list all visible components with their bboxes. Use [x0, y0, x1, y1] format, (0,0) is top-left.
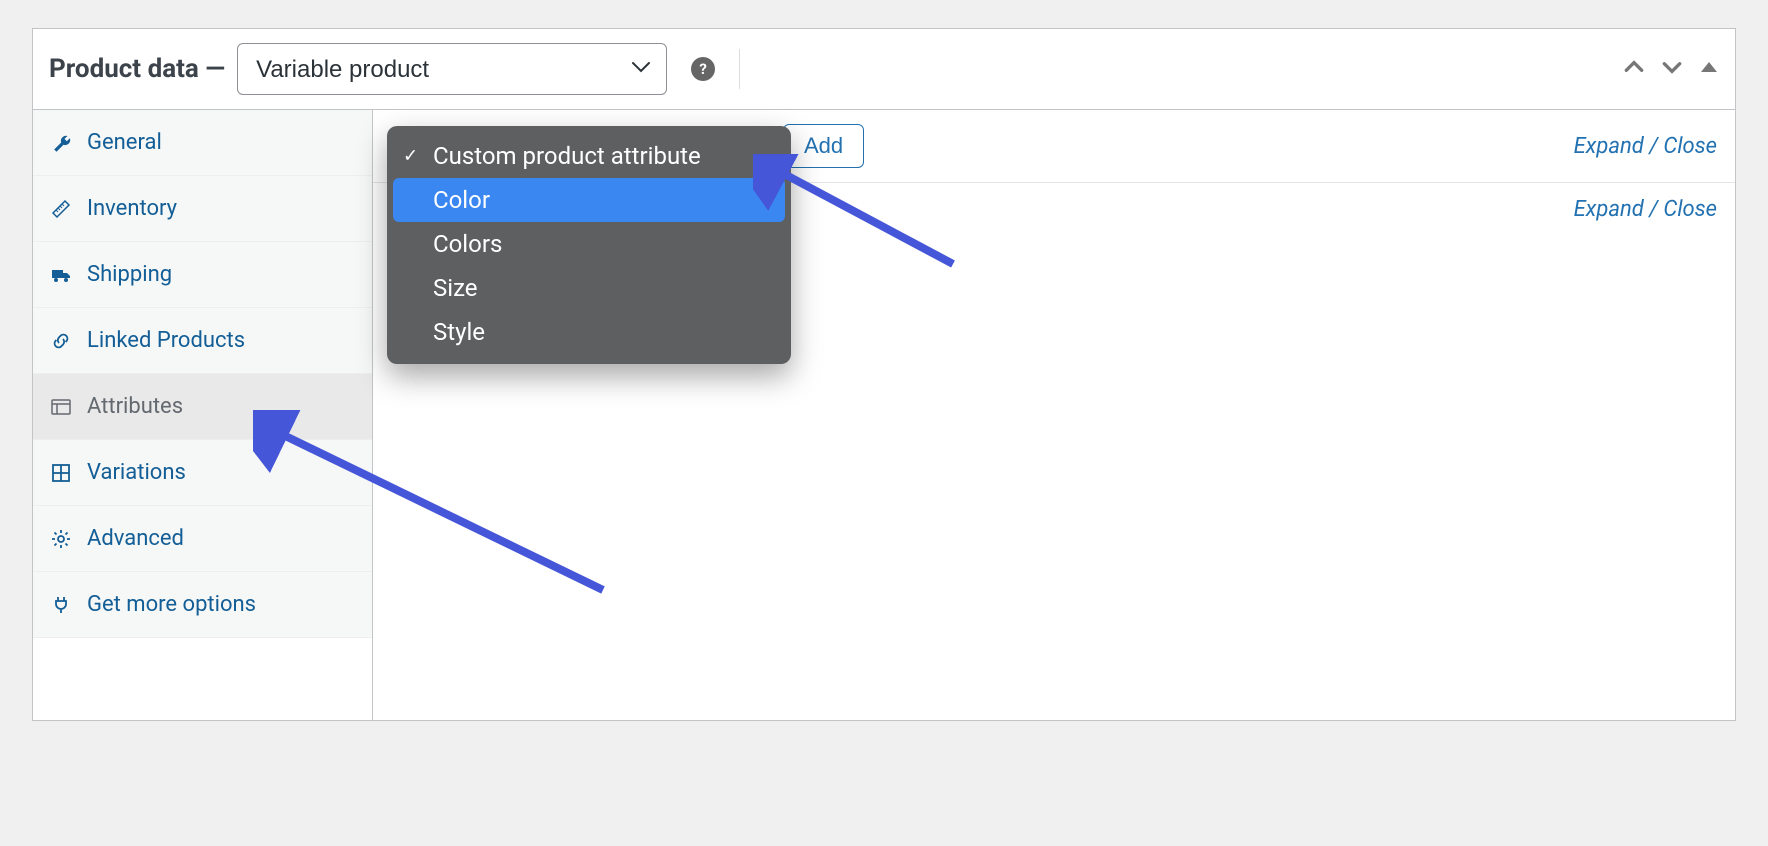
tab-shipping[interactable]: Shipping	[33, 242, 372, 308]
panel-body: General Inventory Shipping Linked Produc…	[33, 110, 1735, 720]
check-icon: ✓	[403, 146, 418, 167]
panel-title: Product data —	[49, 54, 225, 84]
tab-label: Attributes	[87, 394, 183, 419]
tab-label: Inventory	[87, 196, 177, 221]
tab-advanced[interactable]: Advanced	[33, 506, 372, 572]
grid-icon	[51, 463, 71, 483]
separator	[739, 49, 740, 89]
expand-close-link-2[interactable]: Expand / Close	[1574, 197, 1717, 222]
tab-attributes[interactable]: Attributes	[33, 374, 372, 440]
tab-label: Advanced	[87, 526, 184, 551]
tab-inventory[interactable]: Inventory	[33, 176, 372, 242]
dropdown-item-label: Colors	[433, 230, 502, 258]
tab-get-more-options[interactable]: Get more options	[33, 572, 372, 638]
tab-linked-products[interactable]: Linked Products	[33, 308, 372, 374]
dropdown-item-size[interactable]: Size	[393, 266, 785, 310]
dropdown-item-label: Size	[433, 274, 478, 302]
gear-icon	[51, 529, 71, 549]
dropdown-item-label: Style	[433, 318, 485, 346]
dropdown-item-label: Color	[433, 186, 490, 214]
wrench-icon	[51, 133, 71, 153]
tab-label: Variations	[87, 460, 186, 485]
panel-header: Product data — Variable product ?	[33, 29, 1735, 110]
help-icon[interactable]: ?	[691, 57, 715, 81]
panel-collapse-icon[interactable]	[1699, 57, 1719, 81]
product-data-tabs: General Inventory Shipping Linked Produc…	[33, 110, 373, 720]
tab-variations[interactable]: Variations	[33, 440, 372, 506]
dropdown-item-colors[interactable]: Colors	[393, 222, 785, 266]
plug-icon	[51, 595, 71, 615]
product-data-panel: Product data — Variable product ?	[32, 28, 1736, 721]
truck-icon	[51, 265, 71, 285]
panel-up-icon[interactable]	[1623, 56, 1645, 82]
attributes-content: Add Expand / Close Expand / Close ✓ Cust…	[373, 110, 1735, 720]
dropdown-item-color[interactable]: Color	[393, 178, 785, 222]
add-attribute-button[interactable]: Add	[783, 124, 864, 168]
panel-down-icon[interactable]	[1661, 56, 1683, 82]
tab-general[interactable]: General	[33, 110, 372, 176]
dropdown-item-label: Custom product attribute	[433, 142, 701, 170]
attribute-type-dropdown[interactable]: ✓ Custom product attribute Color Colors …	[387, 126, 791, 364]
tab-label: Get more options	[87, 592, 256, 617]
product-type-select[interactable]: Variable product	[237, 43, 667, 95]
tab-label: General	[87, 130, 162, 155]
link-icon	[51, 331, 71, 351]
expand-close-link[interactable]: Expand / Close	[1574, 134, 1717, 159]
list-icon	[51, 397, 71, 417]
ruler-icon	[51, 199, 71, 219]
tab-label: Shipping	[87, 262, 172, 287]
dropdown-item-style[interactable]: Style	[393, 310, 785, 354]
panel-header-actions	[1623, 56, 1719, 82]
product-type-select-wrap: Variable product	[237, 43, 667, 95]
tab-label: Linked Products	[87, 328, 245, 353]
dropdown-item-custom[interactable]: ✓ Custom product attribute	[393, 134, 785, 178]
